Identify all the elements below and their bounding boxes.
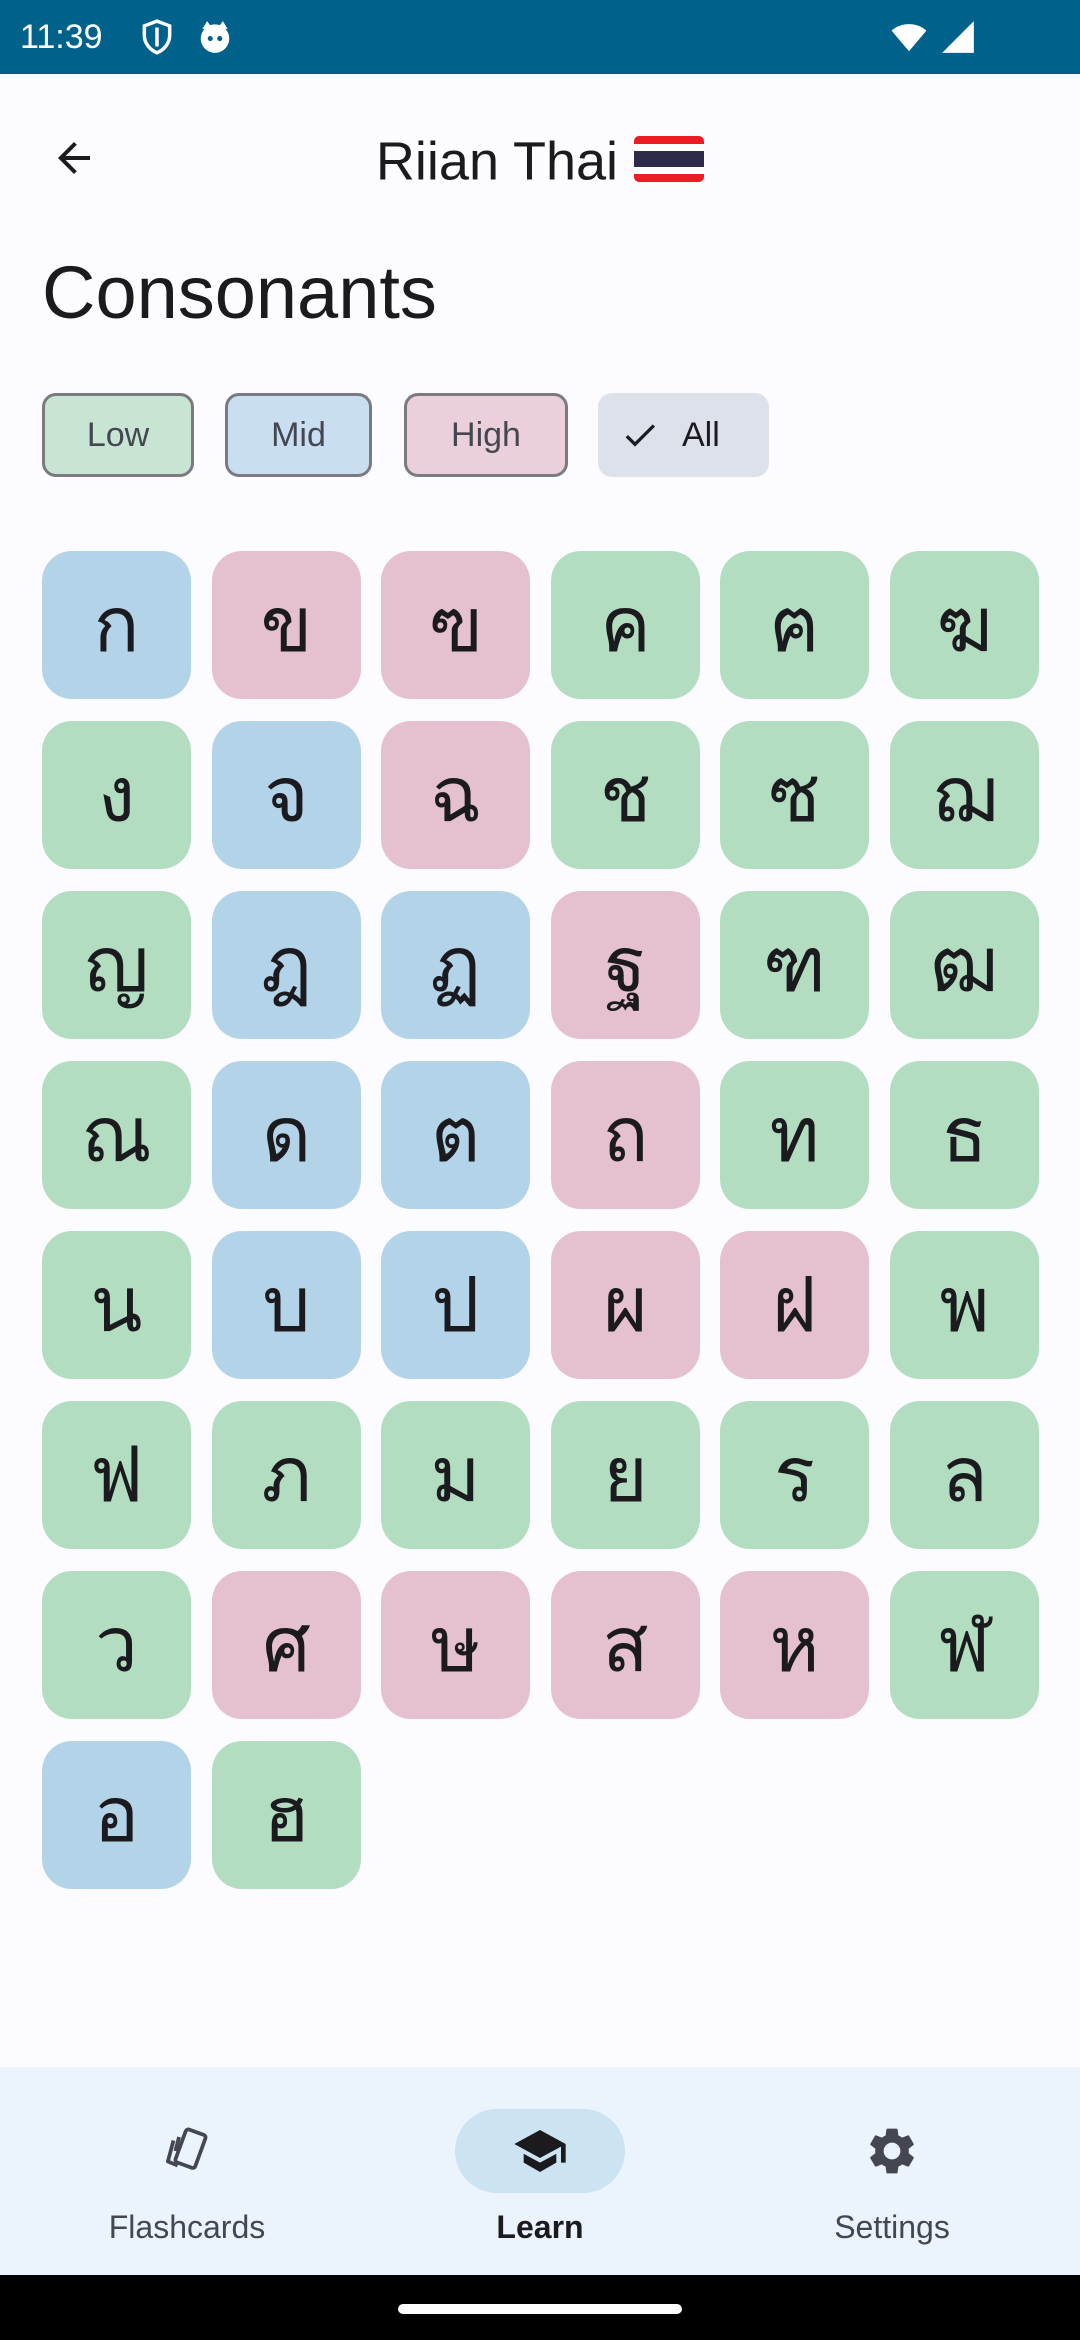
nav-item-learn[interactable]: Learn	[390, 2067, 690, 2275]
consonant-tile[interactable]: ฮ	[212, 1741, 361, 1889]
consonant-tile[interactable]: ง	[42, 721, 191, 869]
flashcards-icon	[166, 2127, 208, 2170]
status-bar: 11:39	[0, 0, 1080, 74]
filter-chip-mid[interactable]: Mid	[225, 393, 372, 477]
consonant-tile[interactable]: จ	[212, 721, 361, 869]
consonant-tile[interactable]: ฌ	[890, 721, 1039, 869]
consonant-tile[interactable]: ซ	[720, 721, 869, 869]
consonant-tile[interactable]: ข	[212, 551, 361, 699]
consonant-tile[interactable]: ผ	[551, 1231, 700, 1379]
check-icon	[625, 424, 655, 447]
consonant-tile[interactable]: ห	[720, 1571, 869, 1719]
consonant-tile[interactable]: ญ	[42, 891, 191, 1039]
filter-chip-low[interactable]: Low	[42, 393, 194, 477]
consonant-tile[interactable]: ว	[42, 1571, 191, 1719]
consonant-tile[interactable]: ย	[551, 1401, 700, 1549]
filter-chip-high[interactable]: High	[404, 393, 568, 477]
consonant-tile[interactable]: ฉ	[381, 721, 530, 869]
status-time: 11:39	[20, 18, 103, 56]
consonant-tile[interactable]: ช	[551, 721, 700, 869]
filter-chip-high-label: High	[451, 415, 521, 454]
filter-chip-all-label: All	[682, 415, 720, 454]
consonant-tile[interactable]: ม	[381, 1401, 530, 1549]
wifi-icon	[891, 24, 927, 52]
consonant-tile[interactable]: ฅ	[720, 551, 869, 699]
consonant-tile[interactable]: น	[42, 1231, 191, 1379]
bottom-navigation: Flashcards Learn Settings	[0, 2067, 1080, 2275]
consonant-tile[interactable]: อ	[42, 1741, 191, 1889]
nav-label-settings: Settings	[834, 2209, 950, 2245]
filter-chip-low-label: Low	[86, 415, 150, 454]
signal-icon	[942, 21, 974, 53]
consonant-tile[interactable]: ศ	[212, 1571, 361, 1719]
consonant-tile[interactable]: ต	[381, 1061, 530, 1209]
consonant-tile[interactable]: ษ	[381, 1571, 530, 1719]
thailand-flag-icon	[634, 135, 705, 182]
consonant-tile[interactable]: ด	[212, 1061, 361, 1209]
consonant-tile[interactable]: ล	[890, 1401, 1039, 1549]
consonant-tile[interactable]: ฎ	[212, 891, 361, 1039]
nav-label-learn: Learn	[496, 2209, 584, 2245]
consonant-tile[interactable]: ฃ	[381, 551, 530, 699]
consonant-tile[interactable]: ธ	[890, 1061, 1039, 1209]
consonant-tile[interactable]: ณ	[42, 1061, 191, 1209]
consonant-tile[interactable]: พ	[890, 1231, 1039, 1379]
consonant-tile[interactable]: ฒ	[890, 891, 1039, 1039]
consonant-tile[interactable]: ฐ	[551, 891, 700, 1039]
filter-chip-mid-label: Mid	[271, 415, 326, 454]
shield-icon	[142, 19, 172, 55]
app-title: Riian Thai	[0, 118, 1080, 198]
consonant-tile[interactable]: ฬ	[890, 1571, 1039, 1719]
consonant-tile[interactable]: ป	[381, 1231, 530, 1379]
nav-label-flashcards: Flashcards	[108, 2209, 266, 2245]
graduation-cap-icon	[514, 2130, 566, 2172]
consonant-tile[interactable]: ค	[551, 551, 700, 699]
consonant-tile[interactable]: บ	[212, 1231, 361, 1379]
consonant-tile[interactable]: ฟ	[42, 1401, 191, 1549]
consonant-tile[interactable]: ฏ	[381, 891, 530, 1039]
home-gesture-handle[interactable]	[398, 2304, 682, 2314]
system-navigation-bar	[0, 2275, 1080, 2340]
consonant-tile[interactable]: ร	[720, 1401, 869, 1549]
app-title-text: Riian Thai	[375, 131, 619, 192]
consonant-tile[interactable]: ฆ	[890, 551, 1039, 699]
consonant-tile[interactable]: ถ	[551, 1061, 700, 1209]
nav-item-settings[interactable]: Settings	[742, 2067, 1042, 2275]
consonant-tile[interactable]: ภ	[212, 1401, 361, 1549]
cat-icon	[200, 21, 230, 53]
back-button[interactable]	[34, 118, 114, 198]
consonant-tile[interactable]: ส	[551, 1571, 700, 1719]
gear-icon	[870, 2128, 914, 2174]
consonant-tile[interactable]: ฝ	[720, 1231, 869, 1379]
consonant-tile[interactable]: ฑ	[720, 891, 869, 1039]
consonant-tile[interactable]: ท	[720, 1061, 869, 1209]
filter-chip-all[interactable]: All	[598, 393, 769, 477]
nav-item-flashcards[interactable]: Flashcards	[37, 2067, 337, 2275]
page-title: Consonants	[42, 251, 437, 334]
arrow-back-icon	[58, 142, 90, 174]
consonant-tile[interactable]: ก	[42, 551, 191, 699]
